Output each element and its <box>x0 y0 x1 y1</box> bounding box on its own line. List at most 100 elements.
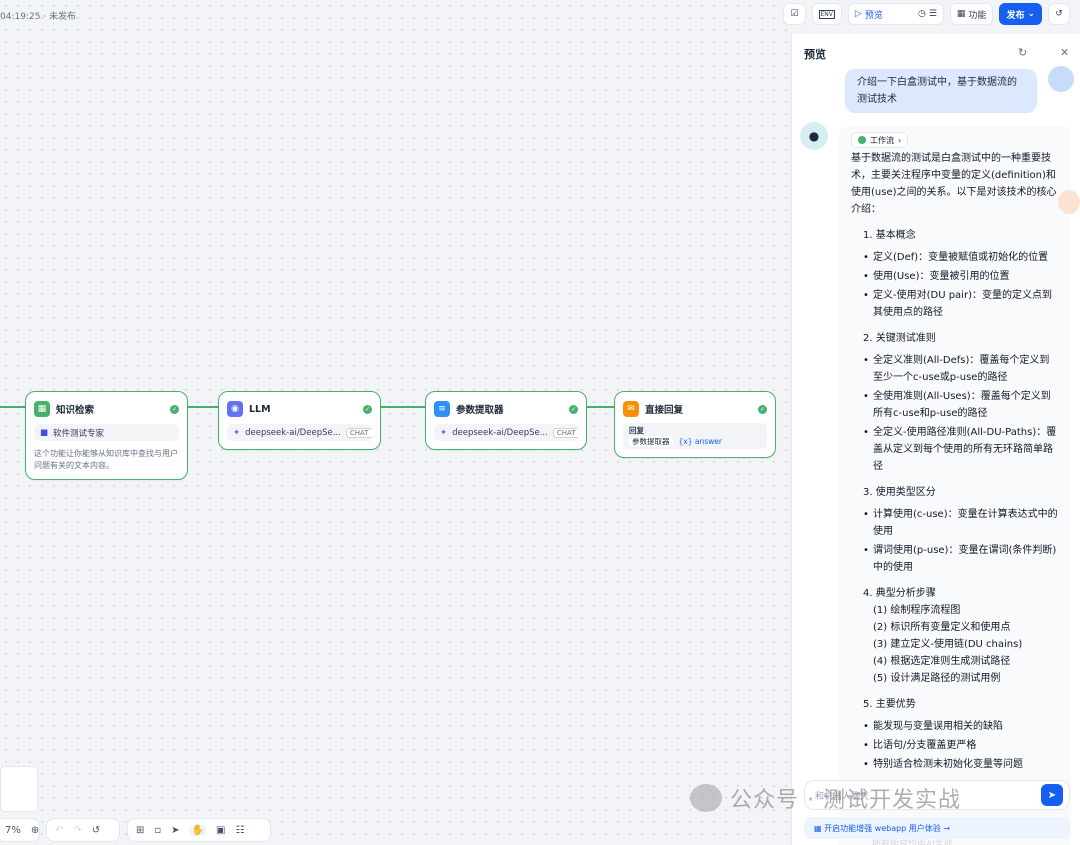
undo-icon[interactable]: ↶ <box>55 825 63 836</box>
note-icon[interactable]: ▫ <box>154 825 161 836</box>
success-check-icon: ✓ <box>758 404 767 414</box>
env-label: ENV <box>818 9 835 19</box>
list-item: • 使用(Use)：变量被引用的位置 <box>863 271 1010 282</box>
floating-assistant-avatar[interactable] <box>1058 190 1080 214</box>
list-item: • 定义(Def)：变量被赋值或初始化的位置 <box>863 252 1049 263</box>
history-icon[interactable]: ↺ <box>92 825 100 836</box>
top-toolbar: ☑ ENV ▷ 预览 ◷ ☰ ▦ 功能 发布 ⌄ ↺ <box>783 3 1080 27</box>
panel-title: 预览 <box>804 48 826 61</box>
answer-intro: 基于数据流的测试是白盒测试中的一种重要技术，主要关注程序中变量的定义(defin… <box>851 153 1057 215</box>
restart-icon[interactable]: ↻ <box>1018 46 1027 59</box>
version-history-button[interactable]: ↺ <box>1048 3 1070 25</box>
zoom-in-icon[interactable]: ⊕ <box>31 825 39 836</box>
edge-2 <box>380 406 425 408</box>
dataset-row[interactable]: ■ 软件测试专家 <box>34 424 179 441</box>
llm-icon: ◉ <box>227 401 243 417</box>
preview-panel: 预览 ↻ ✕ 介绍一下白盒测试中，基于数据流的测试技术 ● 工作流 › 基于数据… <box>791 34 1080 845</box>
enhance-banner[interactable]: ▦ 开启功能增强 webapp 用户体验 → <box>804 817 1070 839</box>
preview-button[interactable]: ▷ 预览 ◷ ☰ <box>847 3 944 25</box>
hand-icon[interactable]: ✋ <box>189 824 207 836</box>
minimap[interactable] <box>0 766 38 812</box>
node-description: 这个功能让你能够从知识库中查找与用户问题有关的文本内容。 <box>34 449 178 470</box>
add-node-icon[interactable]: ⊞ <box>136 825 144 836</box>
close-icon[interactable]: ✕ <box>1060 46 1069 59</box>
checklist-button[interactable]: ☑ <box>783 3 806 25</box>
model-row[interactable]: ✦ deepseek-ai/DeepSe... CHAT <box>434 424 578 441</box>
reply-icon: ✉ <box>623 401 639 417</box>
history-icon: ↺ <box>1055 9 1063 19</box>
success-check-icon: ✓ <box>363 404 372 414</box>
history-controls: ↶ ↷ ↺ <box>46 818 120 842</box>
success-icon <box>858 136 866 144</box>
redo-icon[interactable]: ↷ <box>73 825 81 836</box>
user-message: 介绍一下白盒测试中，基于数据流的测试技术 <box>845 69 1037 113</box>
edge-3 <box>586 406 614 408</box>
section-heading: 3. 使用类型区分 <box>863 487 936 498</box>
folder-icon: ■ <box>40 427 49 438</box>
list-item: • 全定义准则(All-Defs)：覆盖每个定义到至少一个c-use或p-use的… <box>863 355 1050 383</box>
run-history-icon: ◷ <box>917 9 926 19</box>
list-item: • 能发现与变量误用相关的缺陷 <box>863 721 1003 732</box>
model-icon: ✦ <box>440 427 448 438</box>
wechat-logo-icon <box>690 784 722 812</box>
ref-node: 参数提取器 <box>629 436 673 447</box>
section-heading: 4. 典型分析步骤 <box>863 588 936 599</box>
zoom-level[interactable]: 7% <box>5 825 21 836</box>
node-direct-reply[interactable]: ✉ 直接回复 ✓ 回复 参数提取器 {x} answer <box>614 391 776 458</box>
list-item: • 全定义-使用路径准则(All-DU-Paths)：覆盖从定义到每个使用的所有无… <box>863 427 1057 472</box>
chevron-right-icon: › <box>898 135 902 145</box>
play-icon: ▷ <box>854 9 862 19</box>
workflow-canvas[interactable]: 04:19:25 · 未发布 ▦ 知识检索 ✓ ■ 软件测试专家 这个功能让你能… <box>0 0 790 845</box>
book-icon: ▦ <box>34 401 50 417</box>
save-status: 04:19:25 · 未发布 <box>0 12 77 22</box>
list-item: • 谓词使用(p-use)：变量在谓词(条件判断)中的使用 <box>863 545 1057 573</box>
chevron-down-icon: ⌄ <box>1027 9 1035 19</box>
node-title: 参数提取器 <box>456 405 504 416</box>
enhance-icon: ▦ <box>814 823 825 833</box>
zoom-controls: 7% ⊕ <box>0 818 40 842</box>
list-item: • 定义-使用对(DU pair)：变量的定义点到其使用点的路径 <box>863 290 1052 318</box>
node-title: 直接回复 <box>645 405 684 416</box>
step-item: (5) 设计满足路径的测试用例 <box>873 673 1001 684</box>
export-image-icon[interactable]: ▣ <box>216 825 225 836</box>
bot-avatar: ● <box>800 122 828 150</box>
model-icon: ✦ <box>233 427 241 438</box>
step-item: (2) 标识所有变量定义和使用点 <box>873 622 1011 633</box>
canvas-tools: ⊞ ▫ ➤ ✋ ▣ ☷ <box>127 818 271 842</box>
success-check-icon: ✓ <box>170 404 179 414</box>
node-knowledge-retrieval[interactable]: ▦ 知识检索 ✓ ■ 软件测试专家 这个功能让你能够从知识库中查找与用户问题有关… <box>25 391 188 480</box>
node-parameter-extractor[interactable]: ≡ 参数提取器 ✓ ✦ deepseek-ai/DeepSe... CHAT <box>425 391 587 450</box>
user-avatar <box>1048 66 1074 92</box>
edge-in <box>0 406 26 408</box>
features-icon: ▦ <box>956 9 966 19</box>
bot-answer: 工作流 › 基于数据流的测试是白盒测试中的一种重要技术，主要关注程序中变量的定义… <box>839 126 1071 845</box>
section-heading: 5. 主要优势 <box>863 699 916 710</box>
extractor-icon: ≡ <box>434 401 450 417</box>
model-row[interactable]: ✦ deepseek-ai/DeepSe... CHAT <box>227 424 372 441</box>
ref-variable: {x} answer <box>678 437 722 446</box>
send-icon: ➤ <box>1047 789 1057 801</box>
chat-badge: CHAT <box>345 427 372 438</box>
publish-button[interactable]: 发布 ⌄ <box>999 3 1042 25</box>
step-item: (1) 绘制程序流程图 <box>873 605 961 616</box>
chat-badge: CHAT <box>552 427 578 438</box>
section-heading: 1. 基本概念 <box>863 230 916 241</box>
node-llm[interactable]: ◉ LLM ✓ ✦ deepseek-ai/DeepSe... CHAT <box>218 391 381 450</box>
watermark: 公众号 · 测试开发实战 <box>690 782 961 814</box>
node-title: LLM <box>249 403 271 415</box>
pointer-icon[interactable]: ➤ <box>171 825 179 836</box>
step-item: (3) 建立定义-使用链(DU chains) <box>873 639 1023 650</box>
section-heading: 2. 关键测试准则 <box>863 333 936 344</box>
edge-1 <box>187 406 218 408</box>
arrow-right-icon: → <box>940 823 951 833</box>
list-item: • 全使用准则(All-Uses)：覆盖每个定义到所有c-use和p-use的路径 <box>863 391 1051 419</box>
node-title: 知识检索 <box>56 405 95 416</box>
send-button[interactable]: ➤ <box>1041 784 1063 806</box>
features-button[interactable]: ▦ 功能 <box>949 3 994 25</box>
disclaimer-text: 所有内容均由AI生成 <box>872 840 953 845</box>
list-item: • 特别适合检测未初始化变量等问题 <box>863 759 1023 770</box>
list-icon: ☰ <box>928 9 937 19</box>
env-button[interactable]: ENV <box>811 3 842 25</box>
layout-icon[interactable]: ☷ <box>235 825 244 836</box>
workflow-badge[interactable]: 工作流 › <box>851 132 909 148</box>
